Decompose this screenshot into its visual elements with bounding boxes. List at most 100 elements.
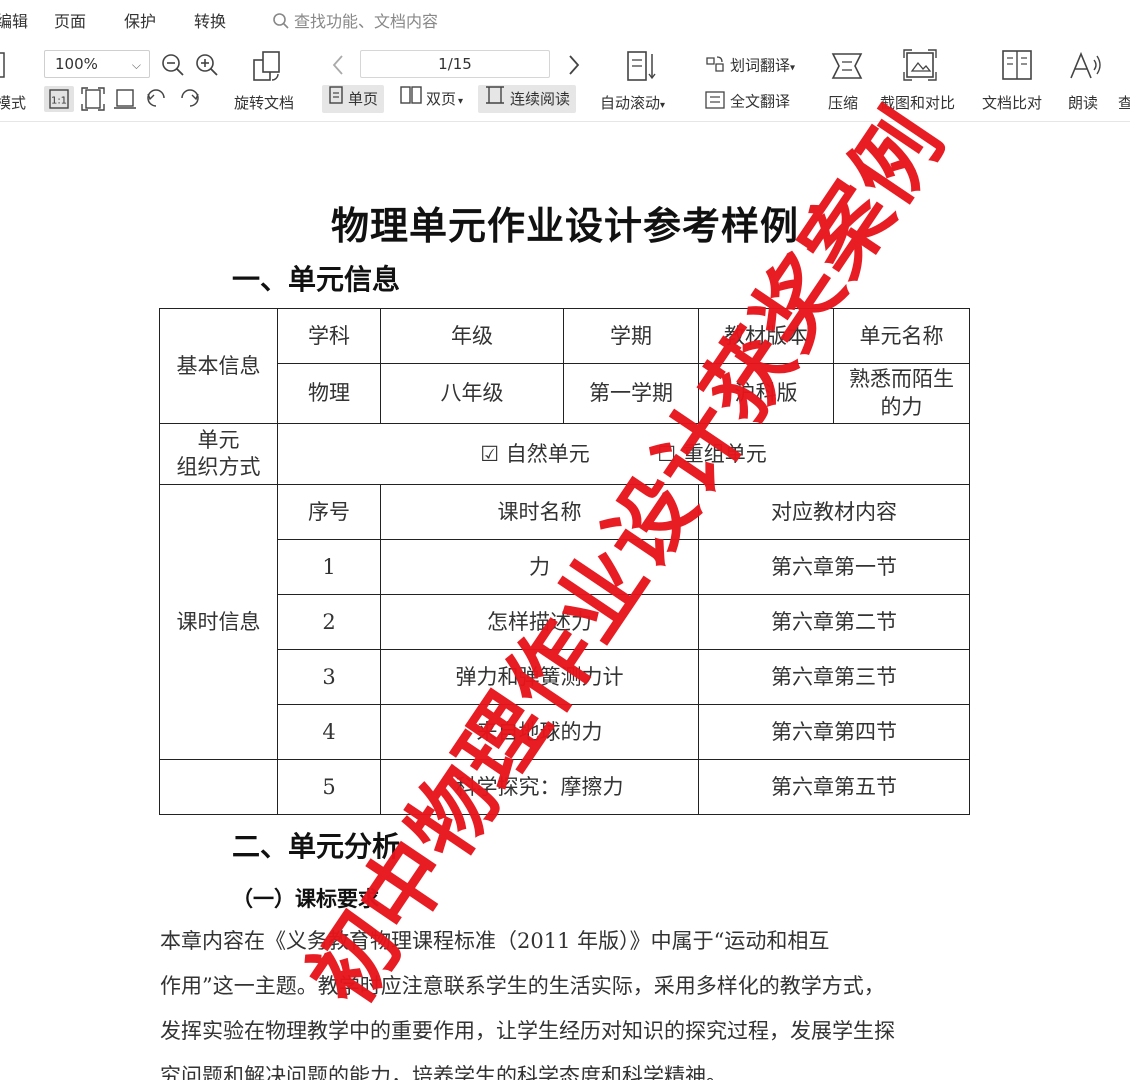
unit-org-label-line2: 组织方式: [176, 455, 261, 479]
lesson-name: 弹力和弹簧测力计: [380, 649, 699, 705]
full-translate-label: 全文翻译: [730, 92, 791, 111]
double-page-icon: [400, 85, 422, 114]
auto-scroll-icon[interactable]: [624, 48, 658, 84]
menu-protect[interactable]: 保护: [124, 8, 156, 32]
chevron-down-icon: ⌵: [131, 58, 141, 72]
text-compare-label[interactable]: 文档比对: [982, 92, 1042, 113]
search-placeholder: 查找功能、文档内容: [294, 12, 439, 31]
unit-org-label: 单元 组织方式: [159, 423, 278, 485]
dropdown-arrow-icon: ▾: [660, 100, 666, 111]
lesson-number: 5: [277, 759, 381, 815]
table-row: 5 科学探究：摩擦力 第六章第五节: [159, 759, 970, 815]
regroup-unit-checkbox[interactable]: ☐ 重组单元: [657, 442, 767, 466]
zoom-in-icon[interactable]: [194, 52, 220, 78]
table-row: 4 来自地球的力 第六章第四节: [160, 704, 970, 760]
lesson-number: 1: [277, 539, 381, 595]
table-row: 3 弹力和弹簧测力计 第六章第三节: [160, 649, 970, 705]
lesson-number: 4: [277, 704, 381, 760]
search-input[interactable]: 查找功能、文档内容: [272, 8, 438, 34]
search-tool-label[interactable]: 查: [1118, 92, 1130, 113]
table-header-cell: 对应教材内容: [698, 484, 970, 540]
unit-org-label-line1: 单元: [197, 427, 240, 452]
empty-cell: [159, 759, 278, 815]
table-header-cell: 学期: [563, 308, 699, 364]
svg-text:1:1: 1:1: [51, 96, 67, 107]
unit-org-options: ☑ 自然单元 ☐ 重组单元: [277, 423, 970, 485]
continuous-read-label: 连续阅读: [510, 90, 571, 108]
text-compare-icon[interactable]: [1000, 48, 1034, 82]
single-page-label: 单页: [348, 90, 379, 108]
zoom-out-icon[interactable]: [160, 52, 186, 78]
table-header-cell: 教材版本: [698, 308, 834, 364]
full-translate-button[interactable]: 全文翻译: [704, 90, 790, 114]
lesson-info-label: 课时信息: [159, 484, 278, 760]
single-page-button[interactable]: 单页: [322, 85, 385, 114]
compress-label[interactable]: 压缩: [828, 92, 858, 113]
menu-edit[interactable]: 编辑: [0, 8, 28, 32]
mode-label[interactable]: 模式: [0, 92, 26, 113]
rotate-left-icon[interactable]: [144, 86, 170, 112]
double-page-button[interactable]: 双页 ▾: [394, 85, 469, 113]
section-heading-unit-analysis: 二、单元分析: [232, 830, 401, 863]
table-cell: 熟悉而陌生的力: [833, 363, 970, 424]
lesson-number: 3: [277, 649, 381, 705]
actual-size-icon[interactable]: 1:1: [44, 86, 74, 112]
document-title: 物理单元作业设计参考样例: [330, 204, 799, 248]
rotate-document-label[interactable]: 旋转文档: [234, 92, 294, 113]
lesson-name: 科学探究：摩擦力: [380, 759, 699, 815]
lesson-content: 第六章第一节: [698, 539, 970, 595]
table-header-cell: 序号: [277, 484, 381, 540]
screenshot-compare-icon[interactable]: [902, 48, 938, 82]
dropdown-arrow-icon: ▾: [458, 96, 464, 107]
read-aloud-icon[interactable]: [1068, 50, 1104, 82]
prev-page-icon[interactable]: [330, 54, 346, 76]
double-page-label: 双页: [426, 90, 457, 108]
page-number-input[interactable]: 1/15: [360, 50, 550, 78]
continuous-read-icon: [484, 85, 506, 114]
subsection-heading-curriculum: （一）课标要求: [232, 887, 379, 911]
section-heading-unit-info: 一、单元信息: [232, 263, 401, 296]
table-header-cell: 单元名称: [833, 308, 970, 364]
lesson-content: 第六章第二节: [698, 594, 970, 650]
continuous-read-button[interactable]: 连续阅读: [478, 85, 577, 114]
reading-mode-icon[interactable]: [0, 52, 8, 78]
table-cell: 八年级: [380, 363, 564, 424]
menu-page[interactable]: 页面: [54, 8, 86, 32]
table-row: 1 力 第六章第一节: [160, 539, 970, 595]
zoom-select[interactable]: 100% ⌵: [44, 50, 150, 78]
single-page-icon: [328, 85, 344, 114]
lesson-number: 2: [277, 594, 381, 650]
zoom-value: 100%: [55, 55, 98, 73]
compress-icon[interactable]: [830, 50, 864, 82]
table-cell: 物理: [277, 363, 381, 424]
rotate-document-icon[interactable]: [250, 48, 286, 84]
basic-info-label: 基本信息: [159, 308, 278, 424]
lesson-name: 来自地球的力: [380, 704, 699, 760]
paragraph-line: 究问题和解决问题的能力，培养学生的科学态度和科学精神。: [160, 1064, 727, 1080]
rotate-right-icon[interactable]: [176, 86, 202, 112]
unit-info-table: 基本信息 学科 年级 学期 教材版本 单元名称 物理 八年级 第一学期 沪科版 …: [159, 308, 970, 815]
table-row: 2 怎样描述力 第六章第二节: [160, 594, 970, 650]
screenshot-compare-label[interactable]: 截图和对比: [880, 92, 955, 113]
lesson-name: 怎样描述力: [380, 594, 699, 650]
table-header-cell: 年级: [380, 308, 564, 364]
natural-unit-checkbox[interactable]: ☑ 自然单元: [480, 442, 590, 466]
table-cell: 沪科版: [698, 363, 834, 424]
next-page-icon[interactable]: [566, 54, 582, 76]
word-translate-label: 划词翻译: [730, 56, 791, 75]
word-translate-button[interactable]: 划词翻译▾: [704, 54, 795, 78]
paragraph-line: 发挥实验在物理教学中的重要作用，让学生经历对知识的探究过程，发展学生探: [160, 1019, 895, 1043]
read-aloud-label[interactable]: 朗读: [1068, 92, 1098, 113]
table-cell: 第一学期: [563, 363, 699, 424]
search-icon: [272, 12, 290, 34]
table-header-cell: 课时名称: [380, 484, 699, 540]
auto-scroll-label[interactable]: 自动滚动▾: [600, 92, 665, 113]
document-page: 物理单元作业设计参考样例 一、单元信息 基本信息 学科 年级 学期 教材版本 单…: [0, 123, 1130, 1080]
menu-convert[interactable]: 转换: [194, 8, 226, 32]
lesson-name: 力: [380, 539, 699, 595]
fit-page-icon[interactable]: [80, 86, 106, 112]
auto-scroll-text: 自动滚动: [600, 94, 661, 112]
table-header-cell: 学科: [277, 308, 381, 364]
paragraph-line: 本章内容在《义务教育物理课程标准（2011 年版）》中属于“运动和相互: [160, 929, 830, 953]
fit-width-icon[interactable]: [112, 86, 138, 112]
